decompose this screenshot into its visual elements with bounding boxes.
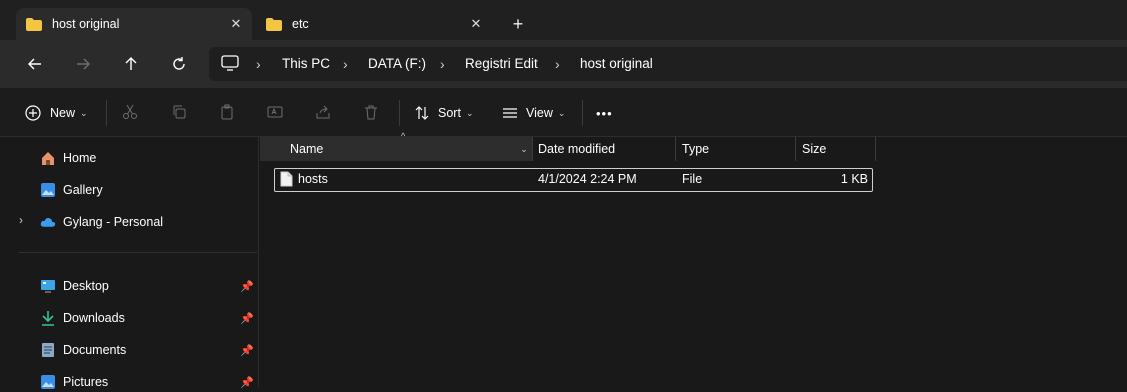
delete-icon[interactable] xyxy=(361,102,381,122)
sidebar-item-label: Documents xyxy=(63,343,127,357)
column-divider[interactable] xyxy=(795,137,796,161)
chevron-right-icon[interactable]: › xyxy=(19,213,23,227)
toolbar-divider xyxy=(399,100,400,126)
pin-icon[interactable]: 📌 xyxy=(240,312,254,326)
new-tab-button[interactable]: + xyxy=(508,14,528,34)
tab-host-original[interactable]: host original ✕ xyxy=(16,8,252,40)
breadcrumb-chevron-icon: › xyxy=(343,56,348,72)
breadcrumb-chevron-icon: › xyxy=(440,56,445,72)
new-label: New xyxy=(50,106,76,120)
forward-button[interactable] xyxy=(69,52,97,76)
sort-button[interactable]: Sort ⌄ xyxy=(414,101,473,125)
tab-label: etc xyxy=(292,17,309,31)
sidebar-item-label: Gallery xyxy=(63,183,103,197)
column-header-date[interactable]: Date modified xyxy=(538,137,615,161)
chevron-down-icon: ⌄ xyxy=(557,107,566,118)
breadcrumb-chevron-icon: › xyxy=(555,56,560,72)
sort-ascending-icon: ^ xyxy=(401,131,406,141)
sidebar-item-documents[interactable]: Documents xyxy=(40,340,126,360)
plus-circle-icon xyxy=(25,105,41,121)
sidebar-item-label: Gylang - Personal xyxy=(63,215,164,229)
sidebar-item-label: Home xyxy=(63,151,97,165)
home-icon xyxy=(40,150,56,166)
sidebar-item-pictures[interactable]: Pictures xyxy=(40,372,108,392)
desktop-icon xyxy=(40,278,56,294)
refresh-button[interactable] xyxy=(165,52,193,76)
view-button[interactable]: View ⌄ xyxy=(502,101,565,125)
download-icon xyxy=(40,310,56,326)
up-button[interactable] xyxy=(117,52,145,76)
breadcrumb-data-drive[interactable]: DATA (F:) xyxy=(368,56,426,71)
forward-arrow-icon xyxy=(77,58,90,70)
breadcrumb-chevron-icon: › xyxy=(256,56,261,72)
column-divider[interactable] xyxy=(532,137,533,161)
breadcrumb-registri-edit[interactable]: Registri Edit xyxy=(465,56,538,71)
copy-icon[interactable] xyxy=(169,102,189,122)
sidebar-item-gallery[interactable]: Gallery xyxy=(40,180,103,200)
share-icon[interactable] xyxy=(313,102,333,122)
sidebar-divider xyxy=(19,252,257,253)
file-date-modified: 4/1/2024 2:24 PM xyxy=(538,172,637,186)
column-header-size[interactable]: Size xyxy=(802,137,826,161)
chevron-down-icon: ⌄ xyxy=(465,107,474,118)
onedrive-icon xyxy=(40,214,56,230)
pin-icon[interactable]: 📌 xyxy=(240,344,254,358)
pin-icon[interactable]: 📌 xyxy=(240,280,254,294)
rename-icon[interactable] xyxy=(265,102,285,122)
tab-etc[interactable]: etc ✕ xyxy=(256,8,492,40)
file-size: 1 KB xyxy=(840,172,868,186)
documents-icon xyxy=(40,342,56,358)
toolbar-divider xyxy=(582,100,583,126)
file-name: hosts xyxy=(298,172,328,186)
sort-icon xyxy=(415,106,429,120)
chevron-down-icon: ⌄ xyxy=(80,107,88,118)
close-tab-icon[interactable]: ✕ xyxy=(226,14,246,34)
column-divider[interactable] xyxy=(875,137,876,161)
new-button[interactable]: New ⌄ xyxy=(25,101,88,125)
file-type: File xyxy=(682,172,703,186)
navigation-pane xyxy=(0,137,259,387)
toolbar-divider xyxy=(106,100,107,126)
up-arrow-icon xyxy=(125,57,137,70)
folder-icon xyxy=(266,18,282,31)
pictures-icon xyxy=(40,374,56,390)
sidebar-item-label: Downloads xyxy=(63,311,125,325)
view-label: View xyxy=(526,106,553,120)
sidebar-item-onedrive[interactable]: Gylang - Personal xyxy=(40,212,163,232)
back-button[interactable] xyxy=(21,52,49,76)
column-header-name[interactable]: Name xyxy=(290,137,323,161)
sidebar-item-label: Desktop xyxy=(63,279,109,293)
sidebar-item-downloads[interactable]: Downloads xyxy=(40,308,125,328)
column-header-type[interactable]: Type xyxy=(682,137,709,161)
folder-icon xyxy=(26,18,42,31)
sidebar-item-desktop[interactable]: Desktop xyxy=(40,276,109,296)
breadcrumb-host-original[interactable]: host original xyxy=(580,56,653,71)
close-tab-icon[interactable]: ✕ xyxy=(466,14,486,34)
tab-label: host original xyxy=(52,17,120,31)
view-icon xyxy=(503,108,517,118)
column-filter-chevron-icon[interactable]: ⌄ xyxy=(516,137,532,161)
back-arrow-icon xyxy=(28,58,41,70)
gallery-icon xyxy=(40,182,56,198)
paste-icon[interactable] xyxy=(217,102,237,122)
this-pc-icon xyxy=(221,55,239,71)
column-divider[interactable] xyxy=(675,137,676,161)
sort-label: Sort xyxy=(438,106,461,120)
cut-icon[interactable] xyxy=(120,102,140,122)
file-icon xyxy=(280,171,294,188)
pin-icon[interactable]: 📌 xyxy=(240,376,254,390)
breadcrumb-this-pc[interactable]: This PC xyxy=(282,56,330,71)
more-options-button[interactable]: ••• xyxy=(596,101,613,125)
refresh-icon xyxy=(173,57,185,70)
sidebar-item-home[interactable]: Home xyxy=(40,148,96,168)
